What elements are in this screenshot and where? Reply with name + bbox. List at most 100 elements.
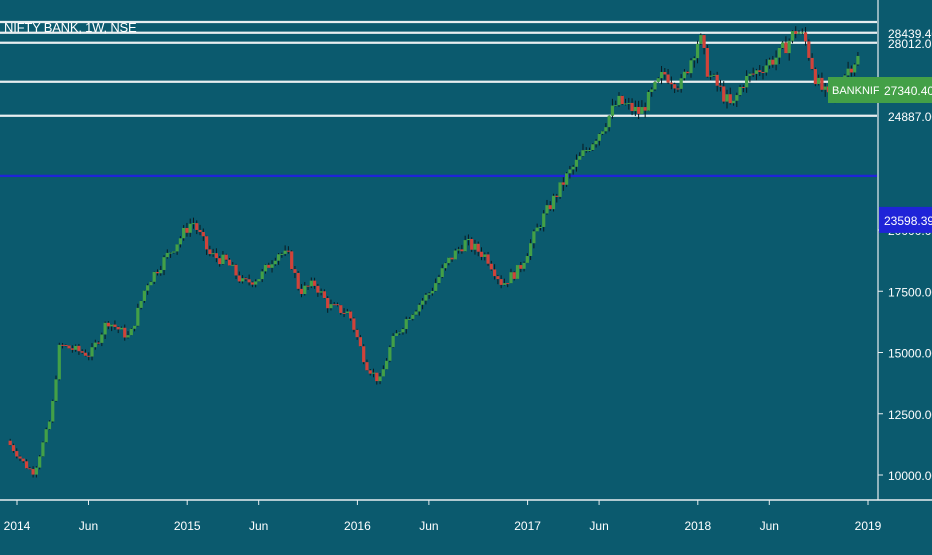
- candle-body: [234, 264, 238, 276]
- candle-body: [813, 69, 817, 85]
- candle-body: [515, 265, 520, 279]
- candle-body: [18, 456, 22, 459]
- candle-body: [705, 48, 709, 77]
- candle-body: [751, 73, 755, 75]
- candle-body: [735, 95, 739, 101]
- candle-body: [270, 264, 274, 268]
- candle-body: [712, 74, 716, 76]
- candle-body: [702, 35, 706, 49]
- candle-body: [195, 223, 199, 230]
- candle-body: [28, 468, 32, 470]
- y-tick-label: 17500.00: [888, 285, 932, 299]
- candle-body: [21, 458, 25, 462]
- candle-body: [640, 107, 644, 114]
- candle-body: [60, 344, 65, 346]
- candle-body: [358, 337, 363, 347]
- candle-body: [774, 57, 778, 65]
- candle-body: [185, 227, 189, 233]
- candle-body: [299, 288, 304, 295]
- support-level-label: 23598.39: [884, 214, 932, 228]
- candle-body: [100, 334, 104, 343]
- candle-body: [188, 223, 192, 233]
- candle-body: [11, 445, 16, 452]
- candle-body: [623, 103, 628, 105]
- candle-body: [496, 276, 500, 280]
- candle-body: [41, 442, 45, 457]
- candle-body: [430, 290, 435, 294]
- chart: NIFTY BANK, 1W, NSE 10000.0012500.001500…: [0, 0, 932, 550]
- candle-body: [784, 42, 788, 54]
- candle-body: [522, 262, 526, 269]
- candle-body: [745, 75, 749, 88]
- candle-body: [47, 421, 52, 430]
- candle-body: [617, 95, 621, 106]
- candle-body: [113, 324, 117, 327]
- candle-body: [335, 304, 340, 306]
- candle-body: [211, 253, 215, 255]
- candle-body: [218, 258, 222, 265]
- candle-body: [437, 277, 441, 284]
- candle-body: [257, 279, 261, 282]
- x-tick-label: Jun: [249, 519, 268, 533]
- candle-body: [339, 305, 343, 313]
- candle-body: [673, 84, 677, 89]
- candle-body: [679, 78, 683, 89]
- candle-body: [473, 243, 477, 250]
- candle-body: [345, 311, 349, 314]
- candle-body: [489, 263, 493, 270]
- candle-body: [797, 32, 801, 34]
- candle-body: [375, 372, 379, 382]
- candle-body: [532, 231, 536, 244]
- candle-body: [250, 282, 254, 285]
- candle-body: [587, 149, 592, 151]
- candle-body: [460, 249, 464, 252]
- candle-body: [352, 318, 356, 330]
- candle-body: [191, 223, 196, 225]
- candle-body: [754, 70, 759, 74]
- chart-canvas[interactable]: 10000.0012500.0015000.0017500.0020000.00…: [0, 0, 932, 550]
- candle-body: [31, 469, 35, 475]
- candle-body: [273, 260, 277, 265]
- candle-body: [728, 94, 732, 104]
- candle-body: [434, 283, 438, 291]
- candle-body: [322, 291, 327, 299]
- candle-body: [407, 318, 412, 320]
- candle-body: [129, 328, 133, 336]
- candle-body: [348, 311, 353, 319]
- candle-body: [781, 42, 785, 48]
- y-tick-label: 15000.00: [888, 347, 932, 361]
- candle-body: [342, 312, 346, 314]
- candle-body: [506, 283, 510, 285]
- candle-body: [221, 254, 225, 265]
- candle-body: [512, 272, 516, 279]
- candle-body: [509, 272, 513, 284]
- y-tick-label: 12500.00: [888, 408, 932, 422]
- candle-body: [542, 213, 546, 227]
- candle-body: [208, 249, 212, 255]
- candle-body: [106, 322, 110, 327]
- candle-body: [312, 280, 317, 286]
- candle-body: [538, 226, 543, 228]
- x-tick-label: Jun: [760, 519, 779, 533]
- candle-body: [34, 467, 38, 475]
- candle-body: [676, 88, 680, 90]
- candle-body: [470, 238, 474, 250]
- candle-body: [597, 133, 601, 141]
- candle-body: [551, 195, 556, 210]
- candle-body: [80, 351, 84, 353]
- candle-body: [93, 342, 97, 348]
- candle-body: [767, 59, 772, 66]
- candle-body: [165, 252, 169, 258]
- candle-body: [172, 251, 176, 253]
- candle-body: [820, 77, 824, 90]
- candle-body: [263, 264, 268, 272]
- candle-body: [607, 115, 611, 128]
- candle-body: [267, 264, 271, 268]
- candle-body: [67, 345, 71, 349]
- candle-body: [276, 254, 281, 261]
- candle-body: [666, 74, 670, 83]
- x-tick-label: Jun: [589, 519, 608, 533]
- candle-body: [332, 304, 336, 306]
- candle-body: [787, 40, 791, 54]
- level-label: 24887.00: [888, 110, 932, 124]
